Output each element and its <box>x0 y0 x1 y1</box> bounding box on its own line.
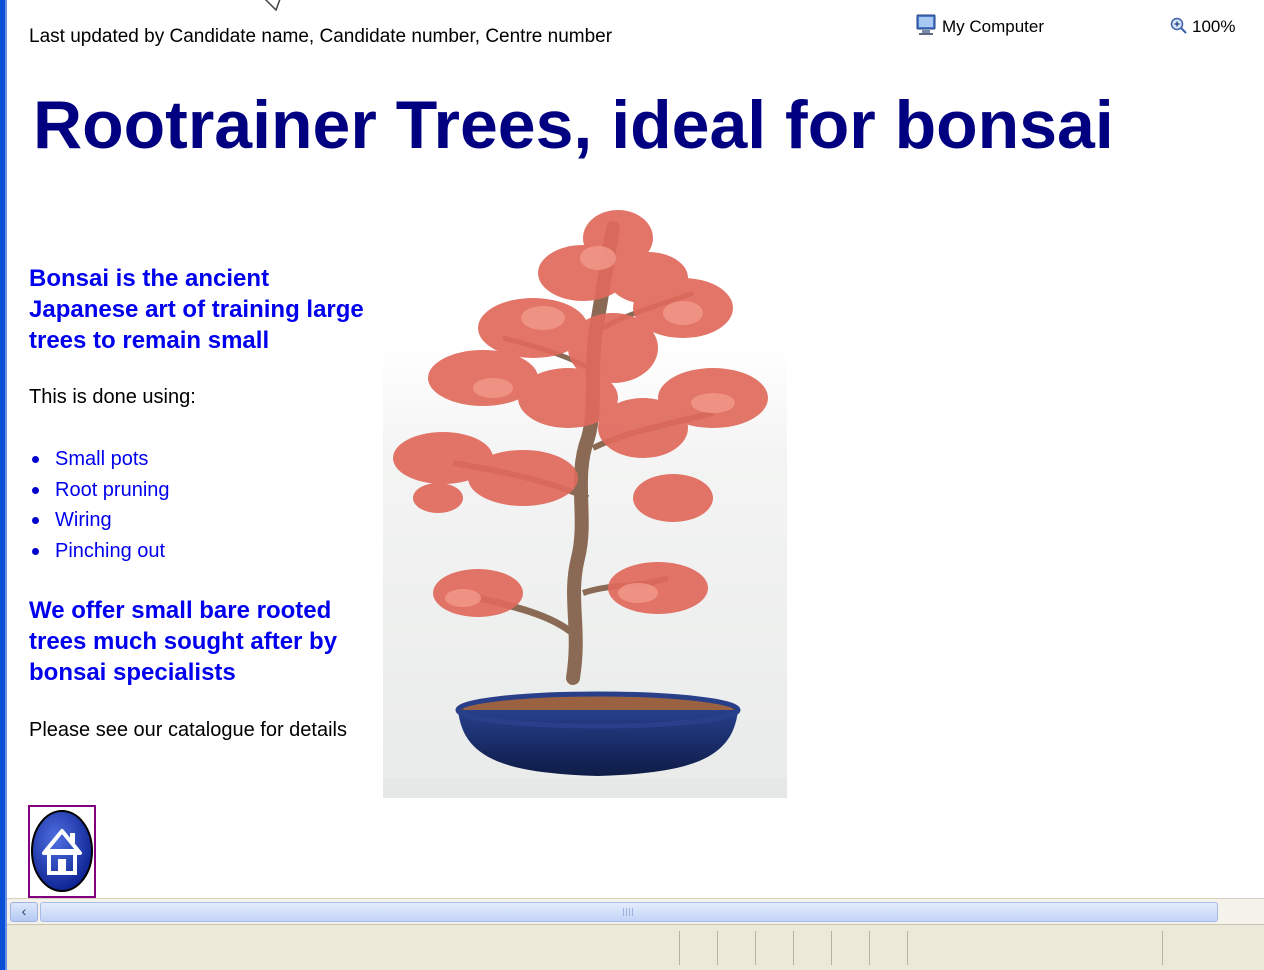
status-pane-divider <box>1162 931 1163 965</box>
method-link-pinching-out[interactable]: Pinching out <box>29 538 170 569</box>
status-pane-divider <box>907 931 908 965</box>
callout-shape <box>264 0 281 12</box>
scrollbar-grip-icon <box>623 908 635 916</box>
status-bar <box>7 924 1264 970</box>
last-updated-text: Last updated by Candidate name, Candidat… <box>29 26 613 47</box>
status-pane-divider <box>717 931 718 965</box>
horizontal-scrollbar[interactable]: ‹ <box>7 898 1264 924</box>
page-title: Rootrainer Trees, ideal for bonsai <box>33 87 1114 163</box>
status-pane-divider <box>755 931 756 965</box>
status-pane-divider <box>679 931 680 965</box>
status-pane-divider <box>831 931 832 965</box>
catalogue-text: Please see our catalogue for details <box>29 719 347 741</box>
magnifier-icon[interactable] <box>1170 17 1187 34</box>
page-viewport: Last updated by Candidate name, Candidat… <box>7 0 1264 898</box>
zoom-level[interactable]: 100% <box>1192 17 1235 37</box>
method-link-small-pots[interactable]: Small pots <box>29 446 170 477</box>
offer-heading: We offer small bare rooted trees much so… <box>29 597 338 686</box>
window-frame-left <box>0 0 7 970</box>
chevron-left-icon: ‹ <box>21 903 27 919</box>
security-zone-label: My Computer <box>942 17 1045 36</box>
home-button[interactable] <box>28 805 96 898</box>
methods-list: Small pots Root pruning Wiring Pinching … <box>29 446 170 568</box>
status-pane-divider <box>869 931 870 965</box>
method-link-root-pruning[interactable]: Root pruning <box>29 477 170 508</box>
done-using-text: This is done using: <box>29 386 196 408</box>
scroll-left-button[interactable]: ‹ <box>10 902 38 922</box>
scrollbar-thumb[interactable] <box>40 902 1218 922</box>
computer-icon <box>916 14 936 35</box>
bonsai-tree-image <box>383 210 787 798</box>
status-pane-divider <box>793 931 794 965</box>
home-icon <box>31 810 93 892</box>
intro-heading: Bonsai is the ancient Japanese art of tr… <box>29 265 364 354</box>
method-link-wiring[interactable]: Wiring <box>29 507 170 538</box>
